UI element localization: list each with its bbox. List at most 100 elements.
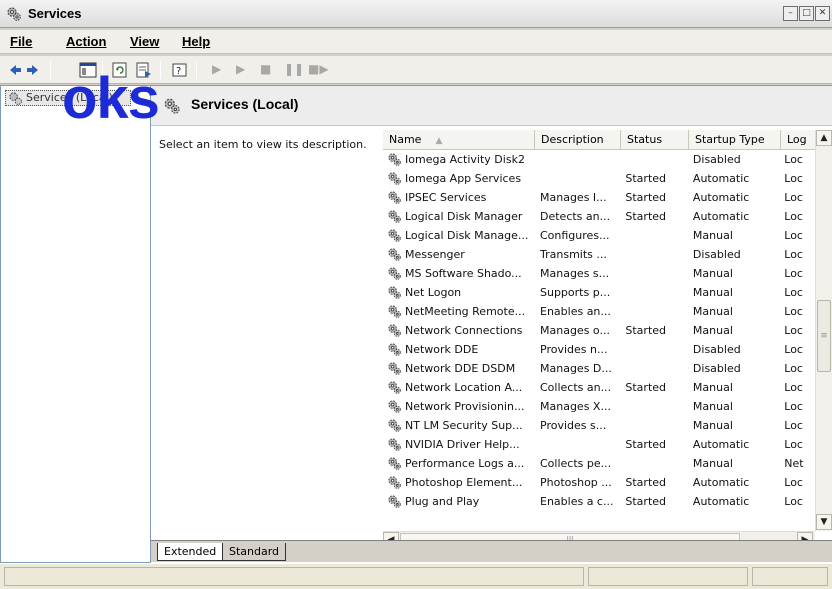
restart-icon[interactable]: ■▶ (308, 62, 329, 76)
cell-description (534, 169, 619, 188)
cell-status (619, 302, 687, 321)
cell-name: Logical Disk Manage... (383, 226, 534, 245)
close-button[interactable]: ✕ (815, 6, 830, 21)
cell-name: Photoshop Element... (383, 473, 534, 492)
table-row[interactable]: MS Software Shado... Manages s... Manual Lo… (383, 264, 818, 283)
table-row[interactable]: Network Connections Manages o... Started Ma… (383, 321, 818, 340)
service-gear-icon (388, 191, 401, 204)
table-row[interactable]: Performance Logs a... Collects pe... Manua… (383, 454, 818, 473)
cell-status (619, 264, 687, 283)
scroll-up-icon[interactable]: ▲ (816, 130, 832, 146)
service-gear-icon (388, 324, 401, 337)
cell-name: Iomega Activity Disk2 (383, 150, 534, 169)
cell-status: Started (625, 495, 667, 508)
cell-logon: Loc (784, 419, 803, 432)
pane-title: Services (Local) (191, 96, 299, 112)
table-row[interactable]: Network DDE DSDM Manages D... Disabled Loc (383, 359, 818, 378)
cell-logon: Loc (784, 495, 803, 508)
vertical-scroll-thumb[interactable]: ≡ (817, 300, 831, 372)
cell-startup: Manual (692, 286, 733, 299)
cell-status (619, 359, 687, 378)
cell-startup: Manual (692, 305, 733, 318)
service-gear-icon (388, 153, 401, 166)
cell-logon: Loc (784, 153, 803, 166)
cell-description: Photoshop ... (540, 476, 612, 489)
cell-description: Collects an... (540, 381, 612, 394)
cell-startup: Manual (692, 381, 733, 394)
cell-status: Started (625, 324, 667, 337)
cell-status: Started (625, 172, 667, 185)
menu-action[interactable]: Action (66, 34, 106, 49)
services-gear-icon (7, 7, 21, 21)
menu-file[interactable]: File (10, 34, 32, 49)
cell-name: NetMeeting Remote... (383, 302, 534, 321)
service-gear-icon (388, 362, 401, 375)
title-bar: Services – □ ✕ (0, 0, 832, 28)
cell-logon: Loc (784, 286, 803, 299)
service-gear-icon (388, 381, 401, 394)
list-rows: Iomega Activity Disk2 Disabled Loc Iomega A… (383, 150, 818, 511)
cell-name: IPSEC Services (383, 188, 534, 207)
table-row[interactable]: NVIDIA Driver Help... Started Automatic Loc (383, 435, 818, 454)
pause-icon[interactable]: ❚❚ (284, 62, 304, 76)
table-row[interactable]: NetMeeting Remote... Enables an... Manual L… (383, 302, 818, 321)
restore-button[interactable]: □ (799, 6, 814, 21)
cell-description: Enables an... (540, 305, 611, 318)
table-row[interactable]: Network Provisionin... Manages X... Manual… (383, 397, 818, 416)
cell-description: Manages D... (540, 362, 612, 375)
vertical-scrollbar[interactable]: ▲ ≡ ▼ (815, 130, 832, 531)
tab-extended[interactable]: Extended (157, 543, 224, 561)
help-icon[interactable]: ? (170, 60, 190, 80)
start-icon[interactable]: ▶ (212, 62, 221, 76)
pane-header: Services (Local) (151, 86, 832, 126)
cell-description: Supports p... (540, 286, 611, 299)
cell-logon: Loc (784, 438, 803, 451)
table-row[interactable]: Network DDE Provides n... Disabled Loc (383, 340, 818, 359)
table-row[interactable]: IPSEC Services Manages I... Started Automat… (383, 188, 818, 207)
cell-logon: Loc (784, 381, 803, 394)
cell-name: NT LM Security Sup... (383, 416, 534, 435)
services-gear-icon (9, 92, 22, 105)
stop-icon[interactable]: ■ (260, 62, 271, 76)
cell-name: Network DDE DSDM (383, 359, 534, 378)
service-gear-icon (388, 476, 401, 489)
menu-view[interactable]: View (130, 34, 159, 49)
scroll-down-icon[interactable]: ▼ (816, 514, 832, 530)
cell-logon: Loc (784, 172, 803, 185)
table-row[interactable]: Plug and Play Enables a c... Started Automa… (383, 492, 818, 511)
back-icon[interactable] (4, 60, 24, 80)
table-row[interactable]: NT LM Security Sup... Provides s... Manual… (383, 416, 818, 435)
menu-bar: File Action View Help (0, 30, 832, 54)
service-gear-icon (388, 229, 401, 242)
status-pane-main (4, 567, 584, 586)
table-row[interactable]: Logical Disk Manage... Configures... Manua… (383, 226, 818, 245)
play-icon[interactable]: ▶ (236, 62, 245, 76)
description-text: Select an item to view its description. (159, 138, 367, 151)
cell-description: Manages s... (540, 267, 610, 280)
menu-help[interactable]: Help (182, 34, 210, 49)
tab-standard[interactable]: Standard (223, 543, 287, 561)
column-startup-type[interactable]: Startup Type (689, 130, 781, 150)
table-row[interactable]: Iomega Activity Disk2 Disabled Loc (383, 150, 818, 169)
forward-icon[interactable] (24, 60, 44, 80)
table-row[interactable]: Network Location A... Collects an... Start… (383, 378, 818, 397)
column-description[interactable]: Description (535, 130, 621, 150)
column-name[interactable]: Name ▲ (383, 130, 535, 150)
table-row[interactable]: Iomega App Services Started Automatic Loc (383, 169, 818, 188)
table-row[interactable]: Logical Disk Manager Detects an... Started… (383, 207, 818, 226)
cell-logon: Loc (784, 324, 803, 337)
minimize-button[interactable]: – (783, 6, 798, 21)
cell-description: Collects pe... (540, 457, 612, 470)
cell-status: Started (625, 381, 667, 394)
cell-status (619, 245, 687, 264)
column-status[interactable]: Status (621, 130, 689, 150)
cell-status: Started (625, 438, 667, 451)
svg-text:?: ? (176, 66, 181, 77)
table-row[interactable]: Photoshop Element... Photoshop ... Started… (383, 473, 818, 492)
cell-logon: Loc (784, 267, 803, 280)
service-gear-icon (388, 267, 401, 280)
table-row[interactable]: Messenger Transmits ... Disabled Loc (383, 245, 818, 264)
table-row[interactable]: Net Logon Supports p... Manual Loc (383, 283, 818, 302)
cell-startup: Manual (692, 324, 733, 337)
cell-name: Logical Disk Manager (383, 207, 534, 226)
